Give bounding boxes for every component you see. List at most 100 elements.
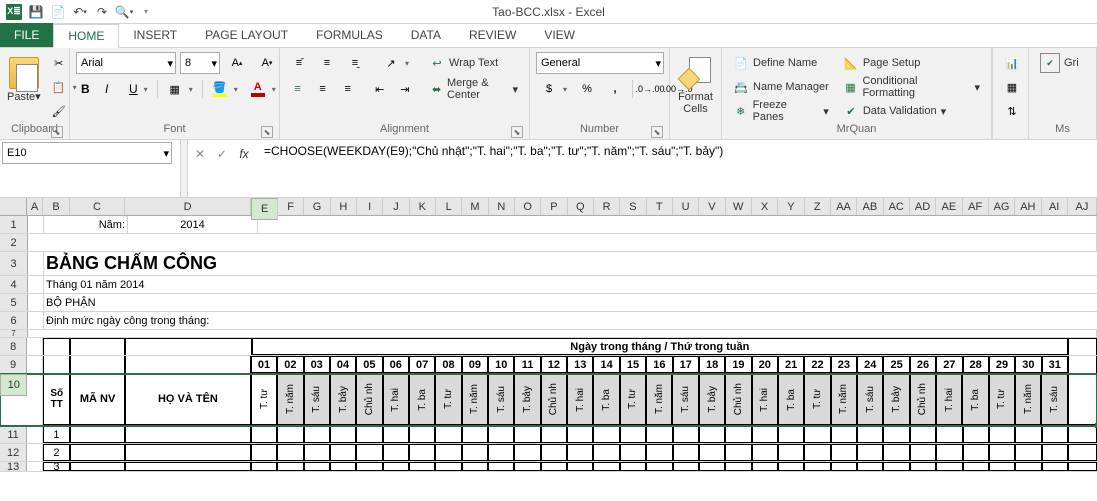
day-wk-26[interactable]: Chủ nh bbox=[910, 374, 936, 425]
row-hdr-2[interactable]: 2 bbox=[0, 234, 28, 251]
day-num-22[interactable]: 22 bbox=[804, 356, 830, 373]
fx-enter-icon[interactable]: ✓ bbox=[212, 144, 232, 164]
align-center-button[interactable]: ≡ bbox=[311, 78, 334, 100]
day-wk-28[interactable]: T. ba bbox=[962, 374, 988, 425]
row-hdr-1[interactable]: 1 bbox=[0, 216, 28, 233]
col-hdr-B[interactable]: B bbox=[43, 198, 70, 215]
bold-button[interactable]: B bbox=[76, 78, 98, 100]
col-hdr-AF[interactable]: AF bbox=[963, 198, 989, 215]
col-hdr-O[interactable]: O bbox=[515, 198, 541, 215]
align-middle-button[interactable]: ≡ bbox=[314, 52, 340, 74]
col-hdr-V[interactable]: V bbox=[699, 198, 725, 215]
gri-button[interactable]: ✔Gri bbox=[1035, 52, 1084, 74]
new-file-icon[interactable]: 📄 bbox=[50, 4, 66, 20]
underline-button[interactable]: U▾ bbox=[124, 78, 153, 100]
col-hdr-E[interactable]: E bbox=[251, 198, 278, 220]
tab-home[interactable]: HOME bbox=[53, 24, 119, 48]
comma-button[interactable]: , bbox=[602, 78, 628, 100]
row-hdr-7[interactable]: 7 bbox=[0, 330, 28, 337]
day-wk-04[interactable]: T. bảy bbox=[330, 374, 356, 425]
select-all-corner[interactable] bbox=[0, 198, 27, 215]
align-bottom-button[interactable]: ≡̱ bbox=[342, 52, 368, 74]
paste-button[interactable]: Paste▾ bbox=[6, 52, 42, 118]
font-color-button[interactable]: A▾ bbox=[245, 78, 281, 100]
save-icon[interactable]: 💾 bbox=[28, 4, 44, 20]
cell-stt-13[interactable]: 3 bbox=[43, 462, 70, 471]
row-hdr-13[interactable]: 13 bbox=[0, 462, 27, 471]
col-hdr-AB[interactable]: AB bbox=[857, 198, 883, 215]
col-hdr-S[interactable]: S bbox=[620, 198, 646, 215]
redo-icon[interactable]: ↷ bbox=[94, 4, 110, 20]
align-top-button[interactable]: ≡̄ bbox=[286, 52, 312, 74]
day-wk-10[interactable]: T. sáu bbox=[488, 374, 514, 425]
day-num-06[interactable]: 06 bbox=[383, 356, 409, 373]
excel-icon[interactable]: X≣ bbox=[6, 4, 22, 20]
day-num-28[interactable]: 28 bbox=[963, 356, 989, 373]
day-wk-01[interactable]: T. tư bbox=[251, 374, 277, 425]
day-wk-25[interactable]: T. bảy bbox=[883, 374, 909, 425]
cell-subtitle3[interactable]: Định mức ngày công trong tháng: bbox=[44, 312, 644, 329]
merge-center-button[interactable]: ⬌Merge & Center▾ bbox=[425, 78, 523, 100]
alignment-dialog-launcher[interactable]: ⬊ bbox=[511, 126, 523, 138]
shrink-font-button[interactable]: A▾ bbox=[254, 52, 280, 74]
col-hdr-D[interactable]: D bbox=[125, 198, 252, 215]
col-hdr-T[interactable]: T bbox=[647, 198, 673, 215]
increase-decimal-button[interactable]: .0→.00 bbox=[637, 78, 663, 100]
fx-cancel-icon[interactable]: ✕ bbox=[190, 144, 210, 164]
col-hdr-Z[interactable]: Z bbox=[805, 198, 831, 215]
col-hdr-C[interactable]: C bbox=[70, 198, 125, 215]
row-hdr-3[interactable]: 3 bbox=[0, 252, 28, 275]
day-num-04[interactable]: 04 bbox=[330, 356, 356, 373]
row-hdr-6[interactable]: 6 bbox=[0, 312, 28, 329]
day-wk-11[interactable]: T. bảy bbox=[514, 374, 540, 425]
cell-title[interactable]: BẢNG CHẤM CÔNG bbox=[44, 252, 644, 275]
col-hdr-X[interactable]: X bbox=[752, 198, 778, 215]
borders-button[interactable]: ▦▾ bbox=[162, 78, 198, 100]
italic-button[interactable]: I bbox=[100, 78, 122, 100]
col-hdr-L[interactable]: L bbox=[436, 198, 462, 215]
day-wk-17[interactable]: T. sáu bbox=[672, 374, 698, 425]
tab-insert[interactable]: INSERT bbox=[119, 23, 191, 47]
fx-function-icon[interactable]: fx bbox=[234, 144, 254, 164]
fx-separator[interactable] bbox=[180, 140, 188, 197]
tab-page-layout[interactable]: PAGE LAYOUT bbox=[191, 23, 302, 47]
col-hdr-AG[interactable]: AG bbox=[989, 198, 1015, 215]
indent-decrease-button[interactable]: ⇤ bbox=[368, 78, 391, 100]
day-wk-20[interactable]: T. hai bbox=[752, 374, 778, 425]
day-wk-08[interactable]: T. tư bbox=[435, 374, 461, 425]
col-hdr-H[interactable]: H bbox=[331, 198, 357, 215]
wrap-text-button[interactable]: ↩Wrap Text bbox=[424, 52, 503, 74]
day-num-16[interactable]: 16 bbox=[646, 356, 672, 373]
day-wk-12[interactable]: Chủ nh bbox=[541, 374, 567, 425]
day-num-02[interactable]: 02 bbox=[277, 356, 303, 373]
col-hdr-Y[interactable]: Y bbox=[778, 198, 804, 215]
day-num-20[interactable]: 20 bbox=[752, 356, 778, 373]
day-wk-07[interactable]: T. ba bbox=[409, 374, 435, 425]
extra-btn-1[interactable]: 📊 bbox=[999, 52, 1025, 74]
number-format-select[interactable]: General▾ bbox=[536, 52, 664, 74]
col-hdr-AC[interactable]: AC bbox=[884, 198, 910, 215]
col-hdr-G[interactable]: G bbox=[304, 198, 330, 215]
day-wk-23[interactable]: T. năm bbox=[831, 374, 857, 425]
day-num-23[interactable]: 23 bbox=[831, 356, 857, 373]
col-hdr-AJ[interactable]: AJ bbox=[1068, 198, 1097, 215]
tab-view[interactable]: VIEW bbox=[530, 23, 589, 47]
col-hdr-R[interactable]: R bbox=[594, 198, 620, 215]
percent-button[interactable]: % bbox=[574, 78, 600, 100]
day-wk-14[interactable]: T. ba bbox=[593, 374, 619, 425]
day-num-24[interactable]: 24 bbox=[857, 356, 883, 373]
col-hdr-W[interactable]: W bbox=[726, 198, 752, 215]
row-hdr-5[interactable]: 5 bbox=[0, 294, 28, 311]
grow-font-button[interactable]: A▴ bbox=[224, 52, 250, 74]
col-hdr-N[interactable]: N bbox=[489, 198, 515, 215]
row-hdr-11[interactable]: 11 bbox=[0, 426, 27, 443]
font-name-select[interactable]: Arial▾ bbox=[76, 52, 176, 74]
clipboard-dialog-launcher[interactable]: ⬊ bbox=[51, 126, 63, 138]
cell-year-label[interactable]: Năm: bbox=[44, 216, 128, 233]
hdr-manv[interactable] bbox=[70, 338, 125, 355]
indent-increase-button[interactable]: ⇥ bbox=[393, 78, 416, 100]
day-num-31[interactable]: 31 bbox=[1042, 356, 1068, 373]
orientation-button[interactable]: ↗▾ bbox=[378, 52, 414, 74]
col-hdr-U[interactable]: U bbox=[673, 198, 699, 215]
day-num-03[interactable]: 03 bbox=[304, 356, 330, 373]
